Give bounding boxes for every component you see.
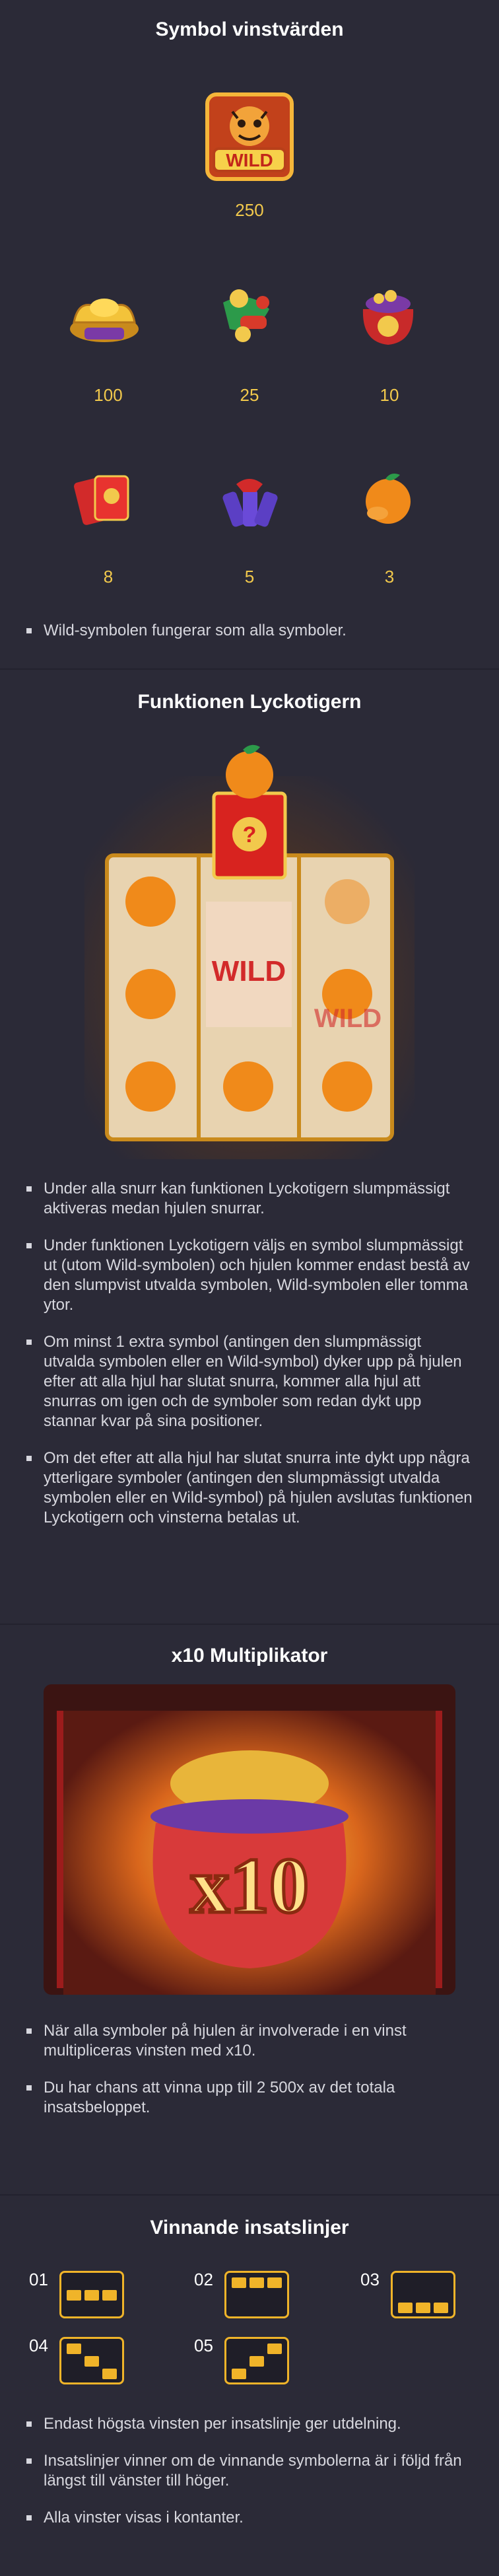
paylines-rules: Endast högsta vinsten per insatslinje ge… bbox=[26, 2414, 475, 2545]
feature-rules: Under alla snurr kan funktionen Lyckotig… bbox=[26, 1179, 475, 1545]
payline-cell bbox=[232, 2277, 246, 2288]
list-item: Wild-symbolen fungerar som alla symboler… bbox=[26, 621, 475, 641]
list-item: Endast högsta vinsten per insatslinje ge… bbox=[26, 2414, 475, 2434]
symbols-notes: Wild-symbolen fungerar som alla symboler… bbox=[26, 621, 475, 658]
firecrackers-icon bbox=[223, 289, 269, 342]
symbols-title: Symbol vinstvärden bbox=[155, 18, 344, 40]
divider bbox=[0, 1624, 499, 1625]
payline-cell bbox=[267, 2343, 282, 2354]
payline-cell bbox=[249, 2277, 264, 2288]
payline-cell bbox=[232, 2369, 246, 2379]
payline-cell bbox=[84, 2290, 99, 2301]
lucky-bag-value: 10 bbox=[380, 385, 399, 405]
list-item: Alla vinster visas i kontanter. bbox=[26, 2508, 475, 2528]
payline-cell bbox=[249, 2356, 264, 2367]
payline-cell bbox=[102, 2369, 117, 2379]
list-item: Om minst 1 extra symbol (antingen den sl… bbox=[26, 1332, 475, 1431]
payline-cell bbox=[67, 2343, 81, 2354]
payline-number: 04 bbox=[29, 2336, 48, 2355]
list-item: Insatslinjer vinner om de vinnande symbo… bbox=[26, 2451, 475, 2491]
gold-ingot-value: 100 bbox=[94, 385, 123, 405]
divider bbox=[0, 668, 499, 670]
payline-cell bbox=[67, 2290, 81, 2301]
multiplier-art-text: x10 bbox=[190, 1842, 309, 1929]
list-item: Under funktionen Lyckotigern väljs en sy… bbox=[26, 1236, 475, 1315]
payline-cell bbox=[416, 2303, 430, 2313]
list-item: Du har chans att vinna upp till 2 500x a… bbox=[26, 2078, 475, 2118]
payline-diagram bbox=[391, 2271, 455, 2318]
svg-text:WILD: WILD bbox=[226, 150, 273, 170]
payline-cell bbox=[398, 2303, 413, 2313]
firecracker-bundle-icon bbox=[222, 479, 278, 527]
payline-diagram bbox=[224, 2271, 289, 2318]
lucky-bag-icon bbox=[362, 290, 414, 345]
payline-number: 01 bbox=[29, 2270, 48, 2289]
firecracker-bundle-value: 5 bbox=[244, 567, 255, 587]
multiplier-rules: När alla symboler på hjulen är involvera… bbox=[26, 2021, 475, 2135]
payline-diagram bbox=[59, 2337, 124, 2384]
gold-ingot-icon bbox=[70, 299, 139, 342]
red-envelope-icon bbox=[74, 475, 129, 525]
red-envelope-value: 8 bbox=[103, 567, 114, 587]
list-item: Under alla snurr kan funktionen Lyckotig… bbox=[26, 1179, 475, 1219]
multiplier-bag-image: x10 bbox=[44, 1684, 455, 1995]
lucky-tiger-reels-image: WILD WILD ? bbox=[84, 744, 415, 1159]
payline-cell bbox=[267, 2277, 282, 2288]
svg-text:?: ? bbox=[243, 822, 257, 847]
payline-number: 05 bbox=[194, 2336, 213, 2355]
orange-icon bbox=[366, 474, 411, 524]
feature-title: Funktionen Lyckotigern bbox=[137, 691, 362, 713]
wild-value: 250 bbox=[235, 200, 264, 220]
payline-number: 03 bbox=[360, 2270, 380, 2289]
payline-diagram bbox=[224, 2337, 289, 2384]
firecrackers-value: 25 bbox=[240, 385, 259, 405]
svg-text:WILD: WILD bbox=[212, 955, 286, 987]
payline-cell bbox=[84, 2356, 99, 2367]
orange-value: 3 bbox=[384, 567, 395, 587]
paylines-title: Vinnande insatslinjer bbox=[150, 2217, 349, 2238]
multiplier-title: x10 Multiplikator bbox=[171, 1645, 328, 1666]
payline-number: 02 bbox=[194, 2270, 213, 2289]
payline-diagram bbox=[59, 2271, 124, 2318]
list-item: När alla symboler på hjulen är involvera… bbox=[26, 2021, 475, 2061]
svg-text:WILD: WILD bbox=[314, 1004, 382, 1033]
list-item: Om det efter att alla hjul har slutat sn… bbox=[26, 1449, 475, 1528]
payline-cell bbox=[434, 2303, 448, 2313]
payline-cell bbox=[102, 2290, 117, 2301]
divider bbox=[0, 2194, 499, 2196]
wild-tiger-icon: WILD bbox=[205, 92, 294, 181]
